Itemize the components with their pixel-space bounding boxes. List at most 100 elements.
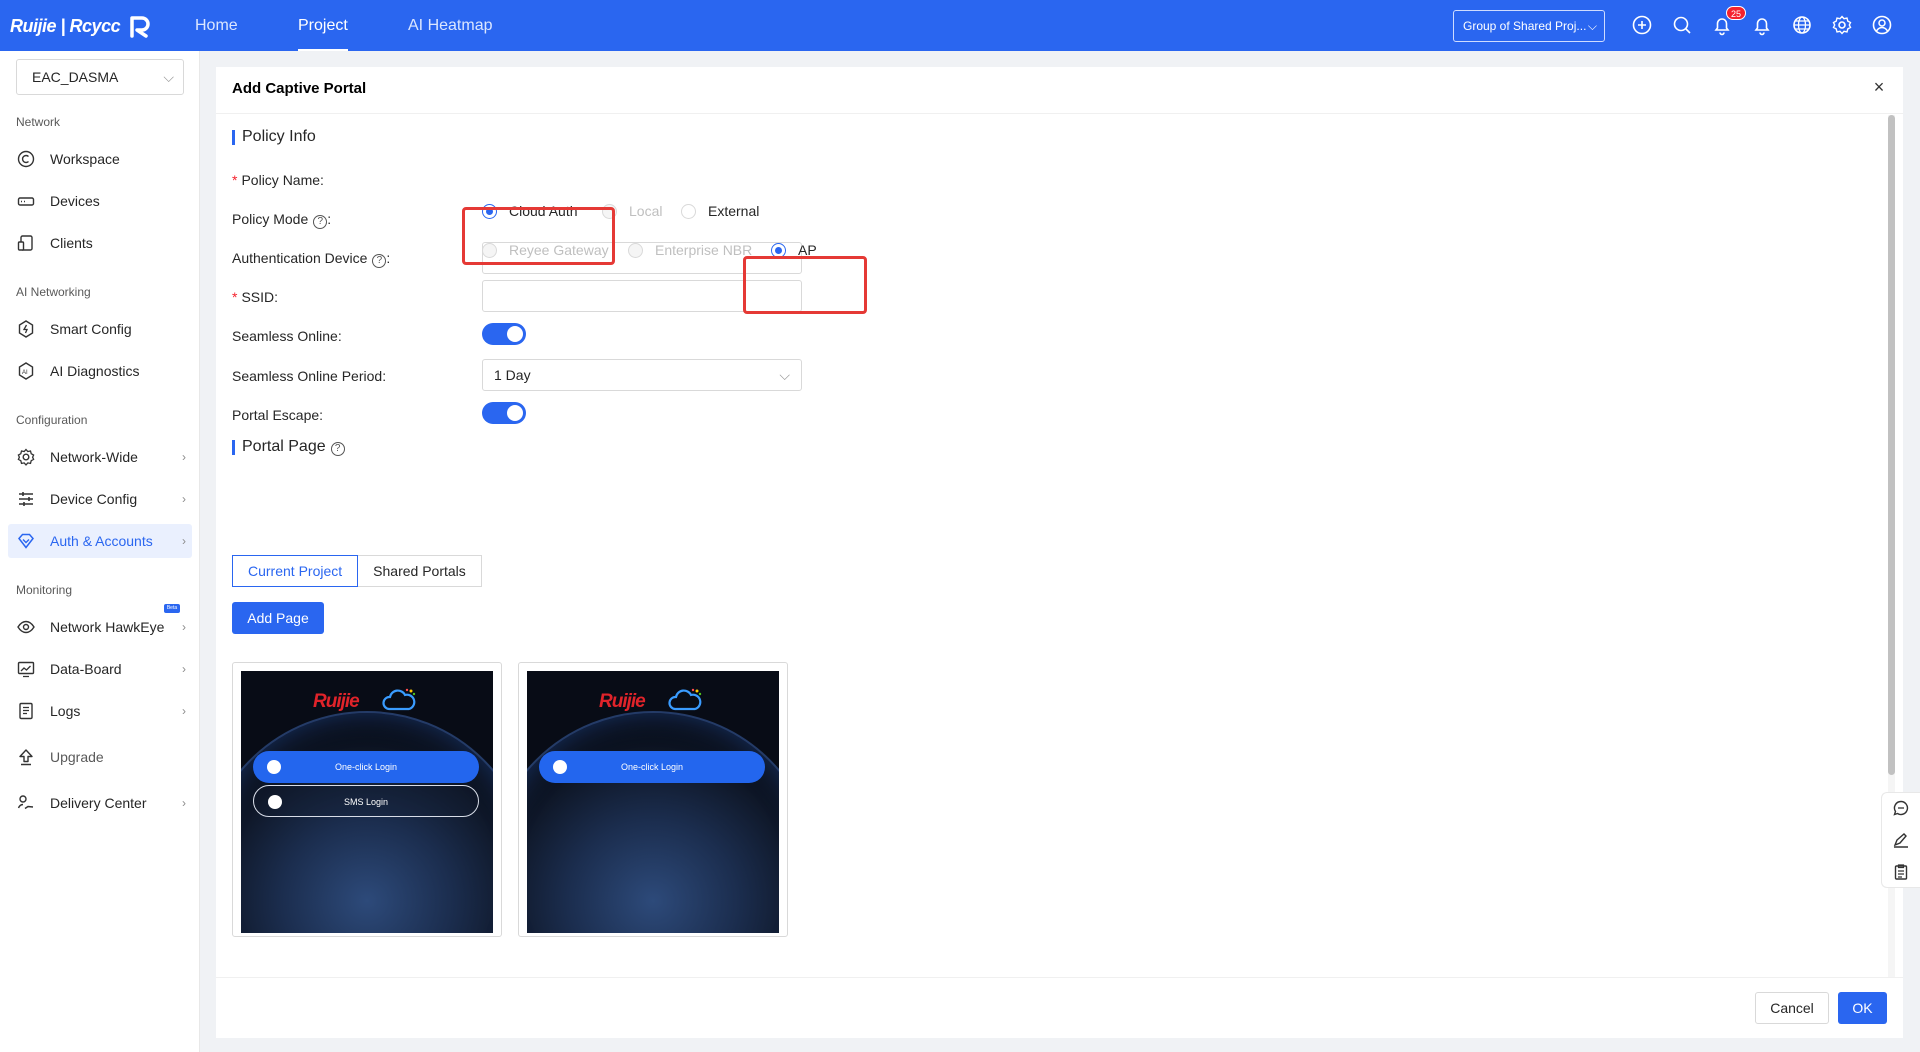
search-icon[interactable]: [1671, 14, 1693, 36]
sidebar-section-ai-networking: AI Networking: [16, 285, 91, 299]
cloud-logo-icon: [382, 688, 416, 711]
sidebar-item-smart-config[interactable]: Smart Config: [8, 312, 192, 346]
notification-bell-icon[interactable]: [1751, 14, 1773, 36]
seamless-online-toggle[interactable]: [482, 323, 526, 345]
chevron-right-icon: ›: [182, 662, 186, 676]
chevron-right-icon: ›: [182, 704, 186, 718]
sidebar-item-delivery-center[interactable]: Delivery Center ›: [8, 786, 192, 820]
annotation-highlight-cloud-auth: [462, 207, 615, 265]
earth-glow: [527, 711, 779, 933]
tab-current-project[interactable]: Current Project: [232, 555, 359, 587]
sidebar-item-label: Logs: [50, 703, 81, 719]
sidebar-item-upgrade[interactable]: Upgrade: [8, 740, 192, 774]
add-circle-icon[interactable]: [1631, 14, 1653, 36]
ok-button[interactable]: OK: [1838, 992, 1887, 1024]
beta-badge: Beta: [164, 604, 180, 613]
auth-accounts-diamond-icon: [18, 533, 34, 549]
one-click-login-preview: One-click Login: [253, 751, 479, 783]
feedback-pen-icon[interactable]: [1892, 831, 1910, 849]
sidebar-item-clients[interactable]: Clients: [8, 226, 192, 260]
portal-brand-logo: Ruijie: [313, 691, 360, 712]
sidebar-item-label: Clients: [50, 235, 93, 251]
chat-bubble-icon[interactable]: [1892, 799, 1910, 817]
clipboard-icon[interactable]: [1892, 863, 1910, 881]
globe-language-icon[interactable]: [1791, 14, 1813, 36]
nav-project[interactable]: Project: [298, 0, 348, 51]
radio-dot: [628, 242, 643, 258]
sidebar-item-network-wide[interactable]: Network-Wide ›: [8, 440, 192, 474]
sidebar-item-network-hawkeye[interactable]: Network HawkEye Beta ›: [8, 604, 192, 644]
sidebar: EAC_DASMA ⌵ Network Workspace Devices Cl…: [0, 51, 200, 1052]
project-select-dropdown[interactable]: EAC_DASMA ⌵: [16, 59, 184, 95]
section-title-portal-page: Portal Page?: [232, 438, 345, 456]
sidebar-item-auth-accounts[interactable]: Auth & Accounts ›: [8, 524, 192, 558]
footer-divider: [216, 977, 1903, 978]
one-click-login-preview: One-click Login: [539, 751, 765, 783]
sidebar-item-label: Network HawkEye: [50, 619, 165, 635]
section-title-policy-info: Policy Info: [232, 128, 316, 146]
cloud-logo-icon: [668, 688, 702, 711]
group-select-value: Group of Shared Proj...: [1463, 19, 1587, 33]
sidebar-item-workspace[interactable]: Workspace: [8, 142, 192, 176]
portal-page-title-text: Portal Page: [242, 438, 326, 455]
seamless-period-label: Seamless Online Period:: [232, 368, 386, 384]
group-select-dropdown[interactable]: Group of Shared Proj... ⌵: [1453, 10, 1605, 42]
sidebar-item-devices[interactable]: Devices: [8, 184, 192, 218]
auth-device-radio-enterprise-nbr[interactable]: Enterprise NBR: [628, 242, 752, 258]
floating-help-toolbar: [1881, 792, 1920, 888]
required-marker: *: [232, 289, 238, 305]
network-wide-gear-icon: [17, 448, 35, 466]
wifi-icon: [553, 760, 567, 774]
portal-preview-image: Ruijie One-click Login SMS Login: [241, 671, 493, 933]
upgrade-arrow-icon: [19, 749, 33, 766]
ssid-label-text: SSID: [241, 289, 275, 305]
cancel-button[interactable]: Cancel: [1755, 992, 1829, 1024]
sidebar-item-logs[interactable]: Logs ›: [8, 694, 192, 728]
workspace-icon: [17, 150, 35, 168]
user-account-icon[interactable]: [1871, 14, 1893, 36]
close-icon[interactable]: ×: [1867, 75, 1891, 99]
tab-shared-portals[interactable]: Shared Portals: [358, 555, 482, 587]
nav-home[interactable]: Home: [195, 0, 238, 51]
help-question-icon[interactable]: ?: [330, 442, 345, 456]
settings-gear-icon[interactable]: [1831, 14, 1853, 36]
devices-icon: [17, 197, 35, 206]
portal-page-card[interactable]: Ruijie One-click Login: [518, 662, 788, 937]
sidebar-item-data-board[interactable]: Data-Board ›: [8, 652, 192, 686]
nav-ai-heatmap[interactable]: AI Heatmap: [408, 0, 492, 51]
policy-mode-label: Policy Mode?:: [232, 211, 331, 229]
help-question-icon[interactable]: ?: [313, 215, 328, 229]
ruijie-logo[interactable]: Ruijie | Rcycc: [10, 12, 154, 40]
policy-mode-radio-external[interactable]: External: [681, 203, 759, 219]
chevron-down-icon: ⌵: [1587, 19, 1597, 33]
help-question-icon[interactable]: ?: [372, 254, 387, 268]
portal-escape-toggle[interactable]: [482, 402, 526, 424]
seamless-period-select[interactable]: 1 Day ⌵: [482, 359, 802, 391]
portal-page-card[interactable]: Ruijie One-click Login SMS Login: [232, 662, 502, 937]
sidebar-item-label: Delivery Center: [50, 795, 147, 811]
sidebar-section-configuration: Configuration: [16, 413, 88, 427]
label-colon: :: [274, 289, 279, 305]
svg-text:AI: AI: [22, 370, 28, 376]
policy-name-label: * Policy Name:: [232, 172, 324, 188]
label-colon: :: [386, 250, 391, 266]
sidebar-item-label: Data-Board: [50, 661, 122, 677]
top-navigation-bar: Ruijie | Rcycc Home Project AI Heatmap G…: [0, 0, 1920, 51]
sms-login-preview: SMS Login: [253, 785, 479, 817]
scrollbar-thumb[interactable]: [1888, 115, 1895, 775]
radio-label: External: [708, 203, 760, 219]
sidebar-item-device-config[interactable]: Device Config ›: [8, 482, 192, 516]
login-btn-label: One-click Login: [620, 762, 684, 772]
label-colon: :: [319, 407, 324, 423]
seamless-period-value: 1 Day: [494, 367, 531, 383]
ai-diagnostics-icon: AI: [18, 362, 34, 380]
seamless-online-label: Seamless Online:: [232, 328, 342, 344]
login-btn-label: One-click Login: [334, 762, 398, 772]
portal-preview-image: Ruijie One-click Login: [527, 671, 779, 933]
sidebar-item-ai-diagnostics[interactable]: AI AI Diagnostics: [8, 354, 192, 388]
chevron-right-icon: ›: [182, 450, 186, 464]
sidebar-section-network: Network: [16, 115, 61, 129]
portal-escape-label: Portal Escape:: [232, 407, 323, 423]
label-colon: :: [320, 172, 324, 188]
add-page-button[interactable]: Add Page: [232, 602, 324, 634]
